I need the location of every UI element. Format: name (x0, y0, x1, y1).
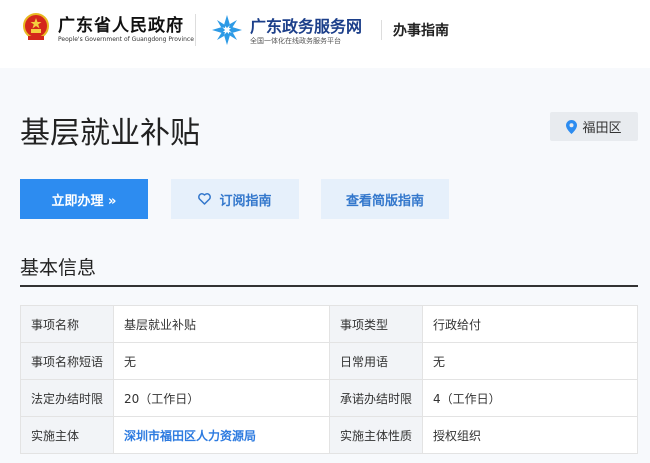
info-value: 无 (113, 342, 330, 380)
info-value: 基层就业补贴 (113, 305, 330, 343)
info-label: 实施主体 (19, 416, 115, 454)
table-row: 事项名称 基层就业补贴 事项类型 行政给付 (19, 305, 638, 343)
simple-guide-button[interactable]: 查看简版指南 (321, 179, 449, 219)
basic-info-table: 事项名称 基层就业补贴 事项类型 行政给付 事项名称短语 无 日常用语 无 法定… (19, 305, 638, 454)
info-value: 20（工作日） (113, 379, 330, 417)
section-divider (20, 285, 638, 287)
site-header: 广东省人民政府 People's Government of Guangdong… (0, 0, 650, 68)
table-row: 事项名称短语 无 日常用语 无 (19, 342, 638, 380)
page-title: 基层就业补贴 (20, 116, 200, 151)
heart-icon (198, 193, 212, 205)
section-title: 基本信息 (20, 257, 97, 279)
service-name[interactable]: 广东政务服务网 (250, 13, 362, 37)
info-value: 行政给付 (422, 305, 638, 343)
region-label: 福田区 (582, 121, 622, 136)
header-divider (195, 14, 196, 46)
info-label: 日常用语 (328, 342, 424, 380)
info-label: 实施主体性质 (328, 416, 424, 454)
info-label: 法定办结时限 (19, 379, 115, 417)
subscribe-guide-label: 订阅指南 (219, 193, 272, 209)
national-emblem-icon[interactable] (22, 12, 50, 42)
service-logo-icon[interactable] (210, 13, 244, 47)
table-row: 法定办结时限 20（工作日） 承诺办结时限 4（工作日） (19, 379, 638, 417)
header-divider (381, 20, 382, 40)
table-row: 实施主体 深圳市福田区人力资源局 实施主体性质 授权组织 (19, 416, 638, 454)
info-value: 授权组织 (422, 416, 638, 454)
implementing-agency-link[interactable]: 深圳市福田区人力资源局 (113, 416, 330, 454)
info-label: 事项名称短语 (19, 342, 115, 380)
info-label: 事项名称 (19, 305, 115, 343)
service-subtitle: 全国一体化在线政务服务平台 (250, 37, 341, 45)
implementing-agency-link-text[interactable]: 深圳市福田区人力资源局 (124, 429, 256, 443)
subscribe-guide-button[interactable]: 订阅指南 (171, 179, 299, 219)
info-value: 4（工作日） (422, 379, 638, 417)
region-badge[interactable]: 福田区 (550, 112, 638, 141)
gov-subtitle: People's Government of Guangdong Provinc… (58, 36, 194, 43)
guide-link[interactable]: 办事指南 (393, 20, 449, 40)
gov-name[interactable]: 广东省人民政府 (58, 11, 184, 36)
location-pin-icon (566, 119, 578, 134)
apply-now-button[interactable]: 立即办理 » (20, 179, 148, 219)
simple-guide-label: 查看简版指南 (345, 193, 424, 209)
apply-now-label: 立即办理 » (51, 193, 117, 209)
info-label: 事项类型 (328, 305, 424, 343)
info-value: 无 (422, 342, 638, 380)
info-label: 承诺办结时限 (328, 379, 424, 417)
